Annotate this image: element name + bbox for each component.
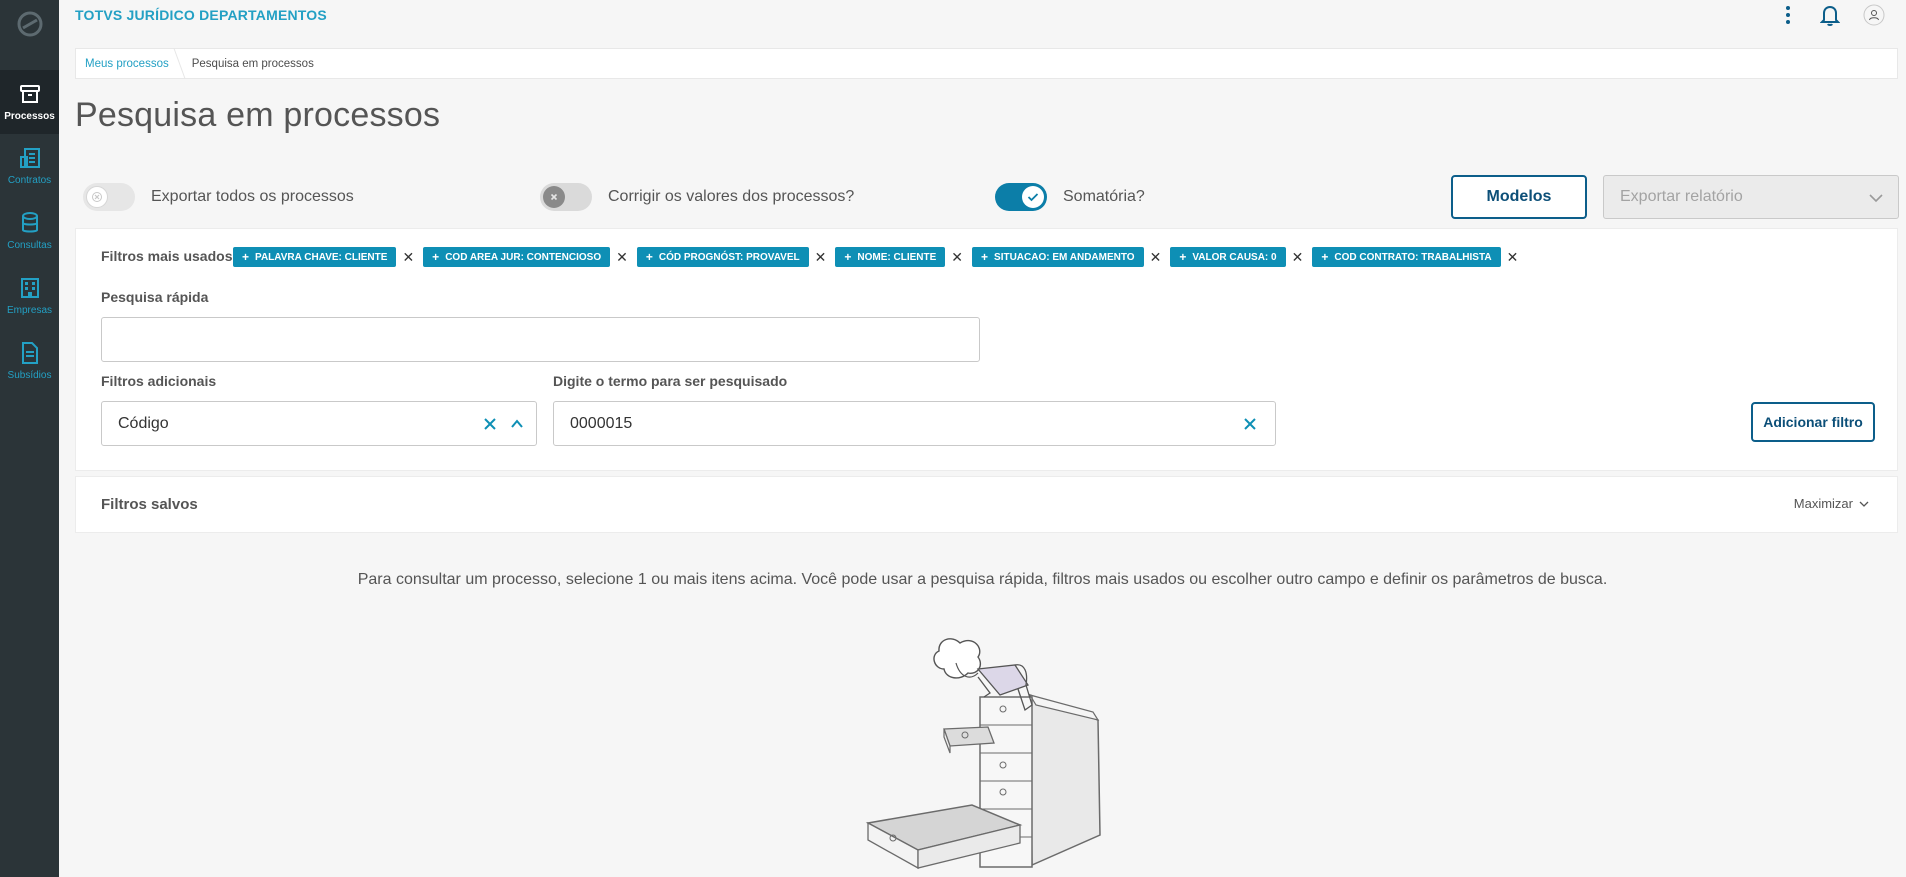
plus-icon: + — [432, 250, 440, 264]
quick-search-label: Pesquisa rápida — [101, 289, 209, 305]
toggle-knob — [86, 186, 108, 208]
filter-tag[interactable]: + VALOR CAUSA: 0 — [1170, 247, 1286, 267]
quick-search-input[interactable] — [101, 317, 980, 362]
remove-filter-icon[interactable]: ✕ — [402, 247, 414, 267]
building-icon — [20, 278, 39, 298]
export-all-toggle[interactable] — [83, 183, 135, 211]
sidebar-item-empresas[interactable]: Empresas — [0, 264, 59, 328]
saved-filters-panel: Filtros salvos Maximizar — [75, 476, 1898, 533]
sidebar-item-label: Subsídios — [7, 370, 52, 381]
app-logo[interactable] — [0, 0, 59, 47]
sidebar-item-processos[interactable]: Processos — [0, 70, 59, 134]
close-icon — [550, 193, 558, 201]
toggle-knob — [1022, 186, 1044, 208]
correct-values-switch-group: Corrigir os valores dos processos? — [540, 182, 854, 212]
sidebar-item-label: Processos — [4, 111, 55, 122]
export-all-label: Exportar todos os processos — [151, 188, 354, 205]
notification-bell-icon[interactable] — [1818, 2, 1842, 28]
add-filter-button[interactable]: Adicionar filtro — [1751, 402, 1875, 442]
remove-filter-icon[interactable]: ✕ — [616, 247, 628, 267]
filter-tag-label: CÓD PROGNÓST: PROVAVEL — [658, 251, 800, 263]
filter-tag[interactable]: + NOME: CLIENTE — [835, 247, 946, 267]
sidebar-item-subsidios[interactable]: Subsídios — [0, 329, 59, 393]
filter-tag[interactable]: + SITUACAO: EM ANDAMENTO — [972, 247, 1144, 267]
remove-filter-icon[interactable]: ✕ — [1507, 247, 1519, 267]
empty-state-illustration — [860, 625, 1120, 877]
document-icon — [21, 342, 38, 364]
remove-filter-icon[interactable]: ✕ — [951, 247, 963, 267]
sidebar-item-consultas[interactable]: Consultas — [0, 199, 59, 263]
search-term-value: 0000015 — [570, 414, 633, 432]
search-term-label: Digite o termo para ser pesquisado — [553, 373, 788, 389]
totvs-logo-icon — [17, 11, 42, 36]
correct-values-label: Corrigir os valores dos processos? — [608, 188, 855, 205]
sidebar: Processos Contratos Consultas Empresas S… — [0, 0, 59, 877]
app-title: TOTVS JURÍDICO DEPARTAMENTOS — [75, 7, 327, 23]
sidebar-item-label: Empresas — [6, 305, 52, 316]
sum-switch-group: Somatória? — [995, 182, 1145, 212]
additional-filters-label: Filtros adicionais — [101, 373, 217, 389]
sum-label: Somatória? — [1063, 188, 1145, 205]
breadcrumb-current: Pesquisa em processos — [191, 57, 314, 70]
plus-icon: + — [981, 250, 989, 264]
plus-icon: + — [242, 250, 250, 264]
sum-toggle[interactable] — [995, 183, 1047, 211]
chevron-up-icon[interactable] — [507, 414, 527, 434]
sidebar-item-label: Consultas — [7, 240, 52, 251]
maximize-label: Maximizar — [1793, 496, 1853, 511]
filter-tag-label: COD CONTRATO: TRABALHISTA — [1334, 251, 1492, 263]
contracts-icon — [19, 148, 40, 168]
filter-tag-label: PALAVRA CHAVE: CLIENTE — [255, 251, 388, 263]
remove-filter-icon[interactable]: ✕ — [815, 247, 827, 267]
empty-state-hint: Para consultar um processo, selecione 1 … — [357, 571, 1608, 588]
export-report-select[interactable]: Exportar relatório — [1603, 175, 1899, 219]
filter-tag[interactable]: + PALAVRA CHAVE: CLIENTE — [233, 247, 397, 267]
saved-filters-title: Filtros salvos — [101, 496, 198, 513]
most-used-filters-label: Filtros mais usados — [101, 248, 233, 264]
sidebar-item-contratos[interactable]: Contratos — [0, 134, 59, 198]
modelos-button[interactable]: Modelos — [1451, 175, 1587, 219]
database-icon — [21, 212, 38, 233]
filter-tag[interactable]: + CÓD PROGNÓST: PROVAVEL — [636, 247, 809, 267]
remove-filter-icon[interactable]: ✕ — [1150, 247, 1162, 267]
clear-icon[interactable] — [1240, 414, 1260, 434]
plus-icon: + — [1321, 250, 1329, 264]
most-used-filters-list: + PALAVRA CHAVE: CLIENTE ✕ + COD AREA JUR:… — [233, 247, 1527, 267]
maximize-toggle[interactable]: Maximizar — [1794, 496, 1870, 511]
filter-tag-label: SITUACAO: EM ANDAMENTO — [994, 251, 1135, 263]
chevron-down-icon — [1869, 194, 1883, 203]
close-icon — [92, 192, 102, 202]
export-report-placeholder: Exportar relatório — [1620, 188, 1743, 205]
check-icon — [1027, 193, 1039, 202]
filter-tag-label: NOME: CLIENTE — [857, 251, 937, 263]
search-term-input[interactable]: 0000015 — [553, 401, 1276, 446]
chevron-down-icon — [1859, 501, 1869, 507]
filter-tag-label: COD AREA JUR: CONTENCIOSO — [445, 251, 602, 263]
additional-filters-select[interactable]: Código — [101, 401, 537, 446]
additional-filters-value: Código — [118, 414, 169, 432]
export-all-switch-group: Exportar todos os processos — [83, 182, 354, 212]
page-title: Pesquisa em processos — [75, 96, 441, 134]
user-avatar-icon[interactable] — [1862, 2, 1886, 28]
filter-tag[interactable]: + COD CONTRATO: TRABALHISTA — [1312, 247, 1501, 267]
toggle-knob — [543, 186, 565, 208]
filter-tag[interactable]: + COD AREA JUR: CONTENCIOSO — [423, 247, 611, 267]
clear-icon[interactable] — [480, 414, 500, 434]
breadcrumb: Meus processos Pesquisa em processos — [75, 48, 1898, 79]
plus-icon: + — [645, 250, 653, 264]
correct-values-toggle[interactable] — [540, 183, 592, 211]
remove-filter-icon[interactable]: ✕ — [1292, 247, 1304, 267]
plus-icon: + — [1179, 250, 1187, 264]
plus-icon: + — [844, 250, 852, 264]
filters-panel: Filtros mais usados + PALAVRA CHAVE: CLIE… — [75, 228, 1898, 471]
more-options-icon[interactable] — [1780, 2, 1796, 28]
archive-icon — [19, 85, 40, 103]
breadcrumb-link-meus-processos[interactable]: Meus processos — [76, 58, 179, 70]
filter-tag-label: VALOR CAUSA: 0 — [1192, 251, 1277, 263]
sidebar-item-label: Contratos — [7, 175, 52, 186]
